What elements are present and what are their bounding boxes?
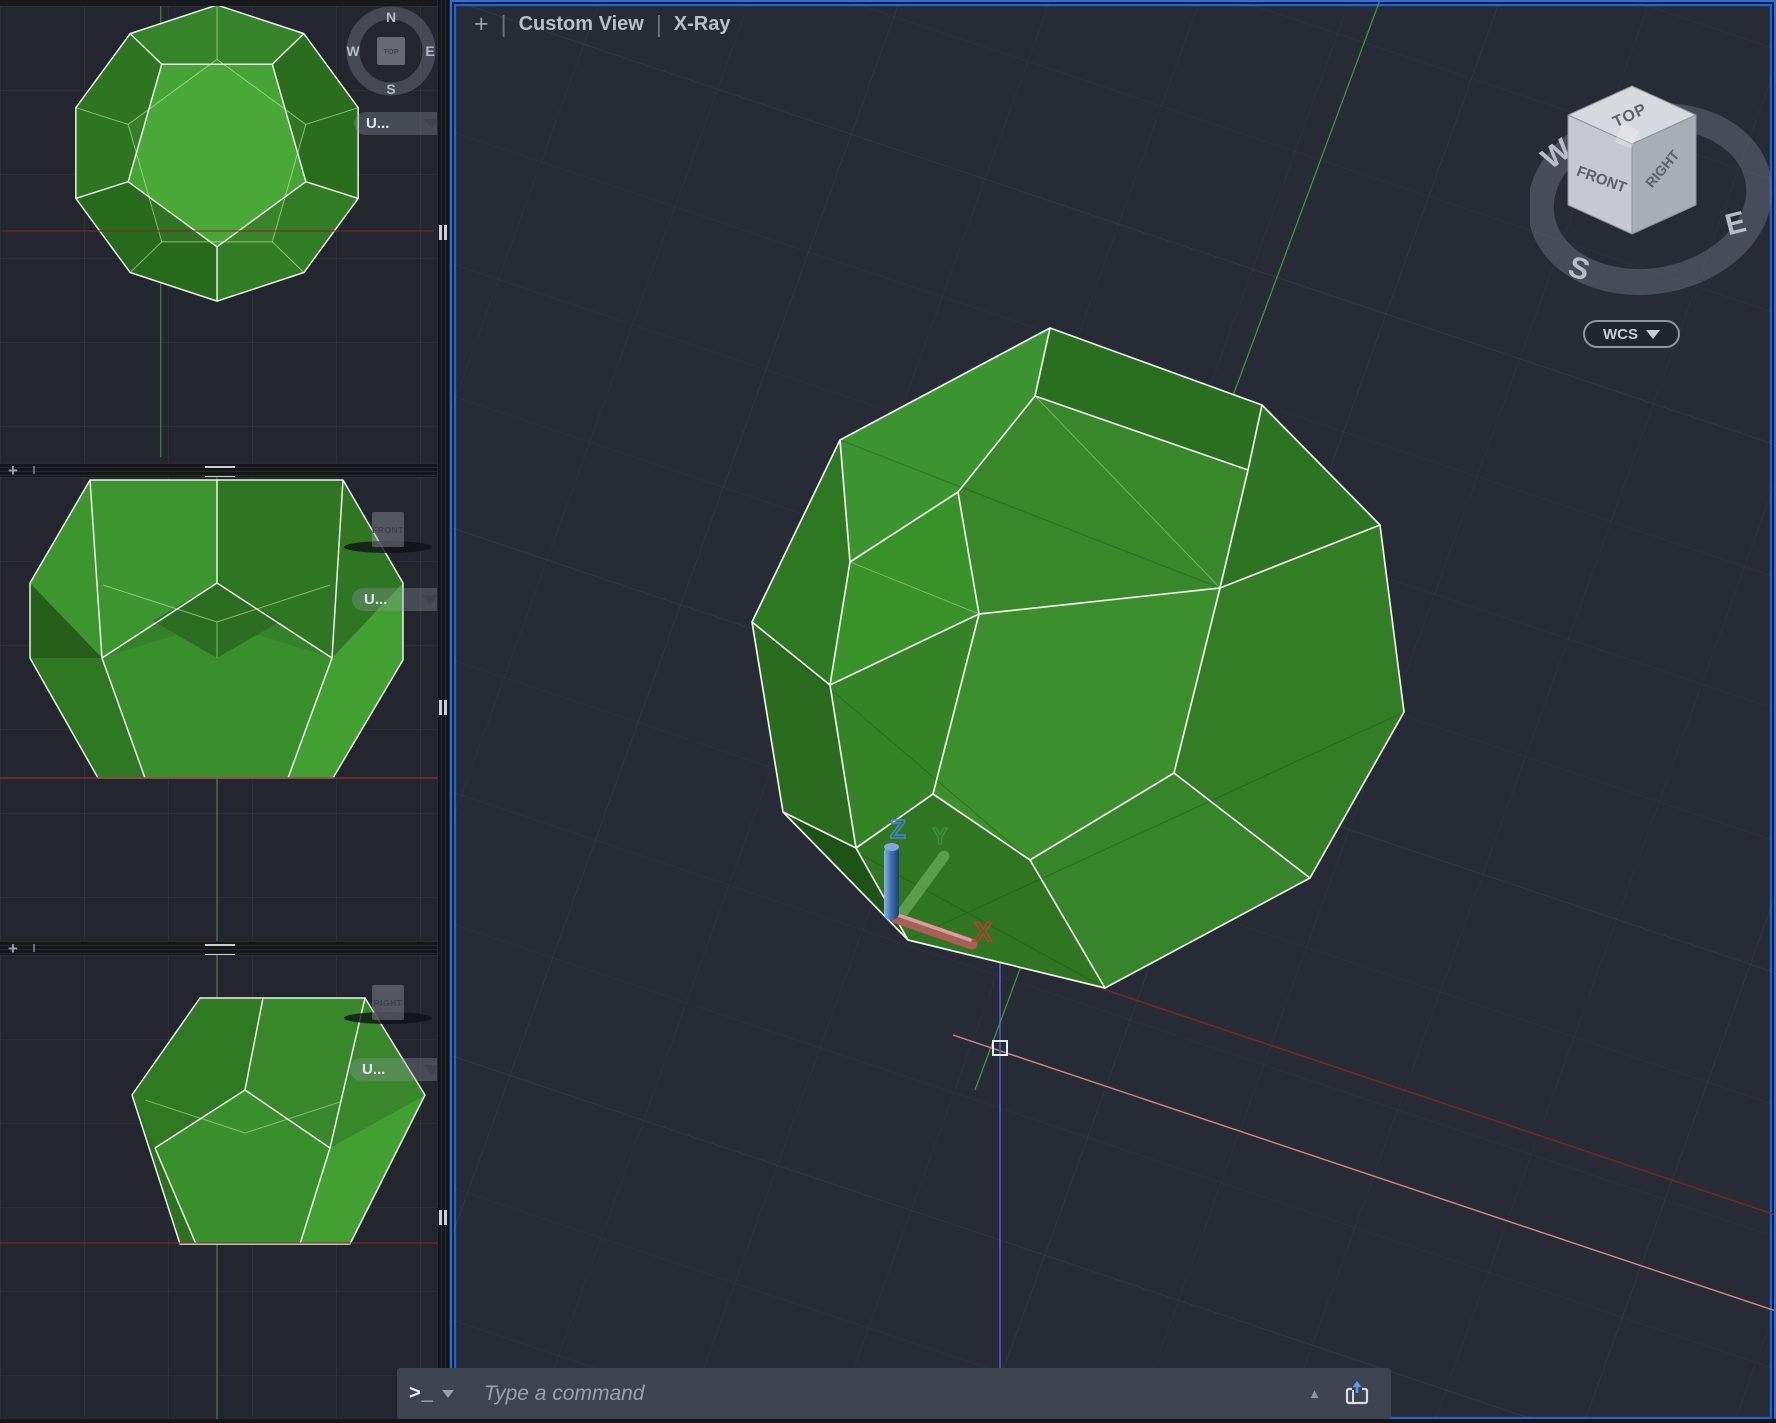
ucs-dropdown-label: U... (364, 591, 388, 608)
compass-top-label: TOP (383, 47, 398, 56)
dodecahedron-solid[interactable] (751, 327, 1405, 989)
bottom-edge (0, 1419, 1776, 1423)
separator: | (500, 11, 507, 37)
viewport-front-view[interactable]: FRONT U... (0, 477, 447, 941)
expand-command-history-icon[interactable]: ▲ (1308, 1386, 1321, 1401)
viewport-right-view[interactable]: RIGHT U... (0, 955, 449, 1423)
separator: | (655, 11, 662, 37)
viewcube-right-mini-label: RIGHT (373, 997, 403, 1008)
viewport-splitter-vertical[interactable] (437, 0, 450, 1423)
splitter-tick (33, 944, 35, 952)
splitter-handle-icon[interactable] (439, 700, 442, 715)
wcs-label: WCS (1603, 325, 1638, 343)
front-view-drawing (0, 477, 437, 941)
compass-east[interactable]: E (425, 43, 434, 59)
ucs-y-label: Y (932, 823, 947, 849)
wcs-dropdown[interactable]: WCS (1583, 320, 1680, 348)
right-view-drawing (0, 955, 437, 1423)
compass-north[interactable]: N (386, 9, 396, 25)
compass-west[interactable]: W (346, 43, 360, 59)
top-edge (0, 0, 450, 6)
share-export-icon[interactable] (1343, 1380, 1371, 1408)
ucs-dropdown-top-view[interactable]: U... (354, 112, 449, 135)
viewcube-front-mini-label: FRONT (372, 524, 404, 535)
ucs-z-axis-cap (884, 843, 899, 851)
chevron-down-icon (422, 594, 438, 605)
main-viewport[interactable]: Z Y X + | Custom View | X-Ray W E S TOP … (450, 0, 1776, 1423)
viewport-splitter-1[interactable]: + (0, 461, 450, 480)
viewport-top-view[interactable]: N W E S TOP U... (0, 6, 449, 463)
viewcube[interactable]: W E S TOP FRONT RIGHT (1530, 60, 1776, 310)
ucs-x-label: X (974, 917, 992, 947)
viewport-view-menu[interactable]: Custom View (519, 13, 644, 36)
ucs-z-label: Z (890, 814, 906, 844)
chevron-down-icon (1646, 329, 1660, 339)
ucs-z-axis (884, 846, 899, 920)
ucs-dropdown-label: U... (366, 115, 390, 132)
command-prompt[interactable]: >_ (409, 1382, 434, 1405)
viewport-add-button[interactable]: + (474, 10, 489, 39)
x-axis-line (977, 946, 1774, 1216)
viewport-visualstyle-menu[interactable]: X-Ray (674, 13, 731, 36)
command-input[interactable] (481, 1380, 1309, 1407)
viewport-splitter-2[interactable]: + (0, 939, 450, 958)
viewcube-front-mini[interactable]: FRONT (372, 512, 404, 547)
splitter-tick (33, 466, 35, 474)
ucs-dropdown-right-view[interactable]: U... (350, 1058, 449, 1081)
command-bar[interactable]: >_ ▲ (397, 1368, 1391, 1419)
left-viewport-column: N W E S TOP U... + FRONT U... + RIGHT U.… (0, 0, 450, 1423)
ucs-dropdown-label: U... (362, 1061, 386, 1078)
viewcube-right-mini[interactable]: RIGHT (372, 985, 404, 1020)
splitter-handle-icon[interactable] (439, 1210, 442, 1225)
viewport-label-bar: + | Custom View | X-Ray (474, 10, 731, 39)
ucs-dropdown-front-view[interactable]: U... (352, 588, 447, 611)
splitter-handle-icon[interactable] (439, 225, 442, 240)
command-history-caret-icon[interactable] (441, 1389, 454, 1398)
compass-south[interactable]: S (386, 81, 395, 97)
